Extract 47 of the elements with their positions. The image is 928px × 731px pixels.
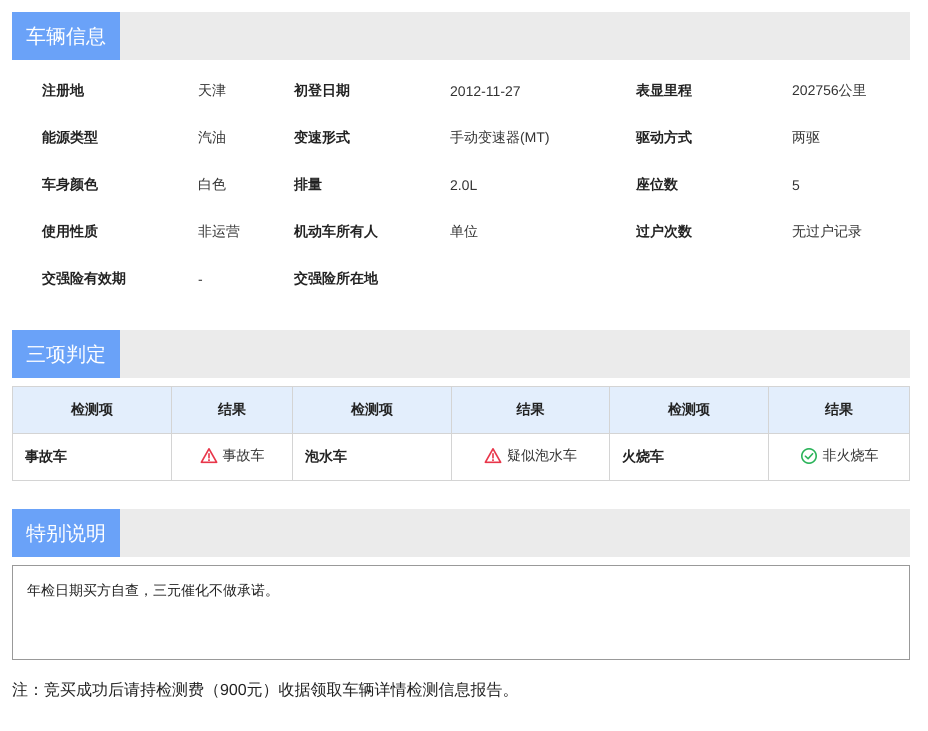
table-cell: 火烧车 [610,434,768,480]
table-cell: 疑似泡水车 [452,434,610,480]
field-value: - [198,270,203,286]
section-title: 特别说明 [12,509,120,557]
field-label: 车身颜色 [42,176,98,194]
field-value: 两驱 [792,128,820,146]
field-label: 能源类型 [42,128,98,146]
field-label: 交强险有效期 [42,270,126,288]
field-label: 变速形式 [294,128,350,146]
field-label: 过户次数 [636,222,692,240]
field-value: 非运营 [198,222,240,240]
note-text: 年检日期买方自查，三元催化不做承诺。 [27,582,279,600]
warning-icon [200,446,218,464]
field-value: 天津 [198,82,226,100]
warning-icon [484,446,502,464]
field-value: 汽油 [198,128,226,146]
field-label: 注册地 [42,82,84,100]
field-label: 座位数 [636,176,678,194]
field-label: 驱动方式 [636,128,692,146]
field-value: 5 [792,176,800,192]
field-value: 无过户记录 [792,222,862,240]
field-value: 单位 [450,222,478,240]
table-cell: 泡水车 [292,434,452,480]
section-title: 三项判定 [12,330,120,378]
field-value: 202756公里 [792,82,867,100]
table-cell: 事故车 [172,434,292,480]
column-header: 检测项 [12,386,172,434]
section-title: 车辆信息 [12,12,120,60]
field-label: 使用性质 [42,222,98,240]
field-label: 排量 [294,176,322,194]
field-value: 2012-11-27 [450,82,521,98]
field-label: 初登日期 [294,82,350,100]
table-cell: 非火烧车 [768,434,910,480]
column-header: 结果 [172,386,292,434]
field-value: 手动变速器(MT) [450,128,550,146]
column-header: 检测项 [610,386,768,434]
check-circle-icon [800,446,818,464]
table-cell: 事故车 [12,434,172,480]
field-value: 2.0L [450,176,478,192]
column-header: 结果 [768,386,910,434]
field-value: 白色 [198,176,226,194]
column-header: 结果 [452,386,610,434]
field-label: 交强险所在地 [294,270,378,288]
footnote: 注：竞买成功后请持检测费（900元）收据领取车辆详情检测信息报告。 [12,680,519,701]
field-label: 表显里程 [636,82,692,100]
field-label: 机动车所有人 [294,222,378,240]
column-header: 检测项 [292,386,452,434]
